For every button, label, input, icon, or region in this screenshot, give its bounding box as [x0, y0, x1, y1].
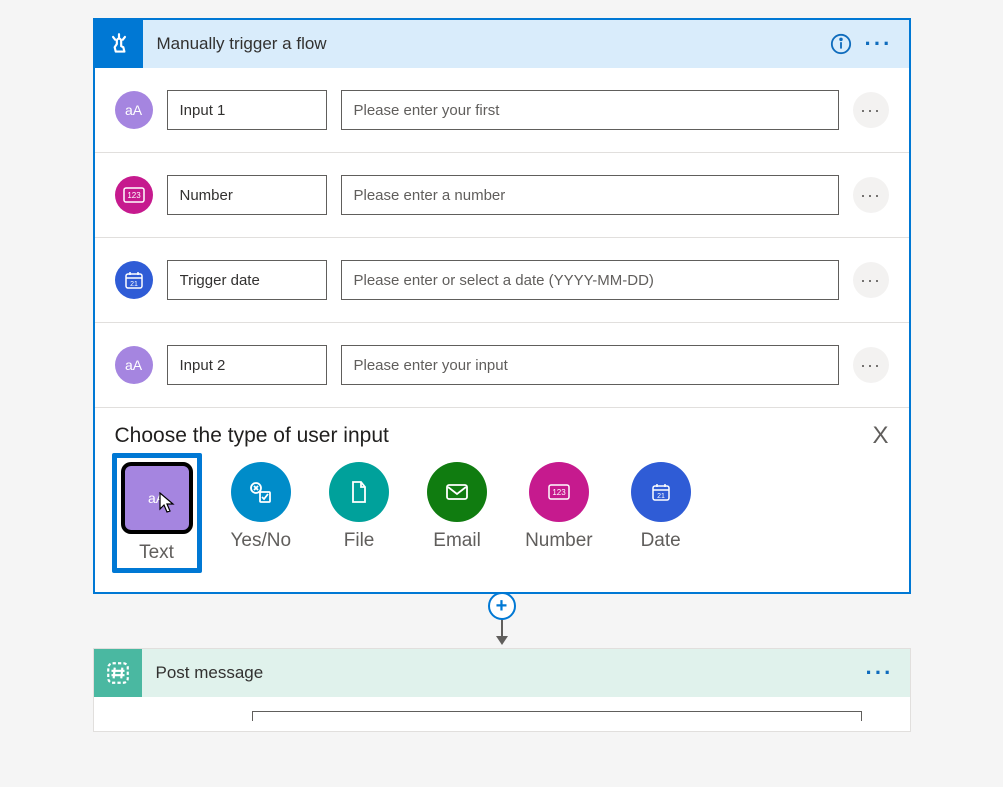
step-connector: +: [488, 594, 516, 646]
svg-text:21: 21: [130, 281, 138, 288]
type-date-button[interactable]: 21 Date: [631, 462, 691, 564]
info-icon[interactable]: [829, 32, 853, 56]
trigger-title: Manually trigger a flow: [143, 34, 829, 54]
row-menu-button[interactable]: ···: [853, 262, 889, 298]
hash-icon: [94, 649, 142, 697]
input-row: aA Please enter your first ···: [95, 68, 909, 153]
text-icon: aA: [115, 346, 153, 384]
input-placeholder-field[interactable]: Please enter or select a date (YYYY-MM-D…: [341, 260, 839, 300]
row-menu-button[interactable]: ···: [853, 177, 889, 213]
trigger-tap-icon: [95, 20, 143, 68]
date-icon: 21: [631, 462, 691, 522]
trigger-card: Manually trigger a flow ··· aA Please ent…: [93, 18, 911, 594]
input-type-chooser: Choose the type of user input X aA Text Ye…: [95, 408, 909, 592]
input-name-field[interactable]: [167, 345, 327, 385]
svg-text:21: 21: [657, 493, 665, 500]
action-title: Post message: [142, 663, 868, 683]
number-icon: 123: [529, 462, 589, 522]
input-placeholder-field[interactable]: Please enter your input: [341, 345, 839, 385]
input-row: aA Please enter your input ···: [95, 323, 909, 408]
type-yesno-button[interactable]: Yes/No: [231, 462, 292, 564]
type-email-button[interactable]: Email: [427, 462, 487, 564]
row-menu-button[interactable]: ···: [853, 92, 889, 128]
action-card: Post message ···: [93, 648, 911, 732]
type-file-button[interactable]: File: [329, 462, 389, 564]
arrow-down-icon: [493, 618, 511, 646]
number-icon: 123: [115, 176, 153, 214]
input-placeholder-field[interactable]: Please enter a number: [341, 175, 839, 215]
type-label: File: [344, 530, 375, 552]
type-label: Number: [525, 530, 593, 552]
svg-text:123: 123: [552, 488, 566, 497]
date-icon: 21: [115, 261, 153, 299]
type-label: Date: [641, 530, 681, 552]
input-name-field[interactable]: [167, 175, 327, 215]
input-name-field[interactable]: [167, 260, 327, 300]
more-icon[interactable]: ···: [867, 32, 891, 56]
type-label: Email: [433, 530, 481, 552]
close-icon[interactable]: X: [872, 424, 888, 448]
row-menu-button[interactable]: ···: [853, 347, 889, 383]
input-placeholder-field[interactable]: Please enter your first: [341, 90, 839, 130]
file-icon: [329, 462, 389, 522]
action-field[interactable]: [252, 711, 862, 721]
email-icon: [427, 462, 487, 522]
action-header[interactable]: Post message ···: [94, 649, 910, 697]
text-icon: aA: [115, 91, 153, 129]
text-icon: aA: [121, 462, 193, 534]
yesno-icon: [231, 462, 291, 522]
input-row: 21 Please enter or select a date (YYYY-MM…: [95, 238, 909, 323]
chooser-title: Choose the type of user input: [115, 424, 389, 448]
input-name-field[interactable]: [167, 90, 327, 130]
trigger-header[interactable]: Manually trigger a flow ···: [95, 20, 909, 68]
input-row: 123 Please enter a number ···: [95, 153, 909, 238]
add-step-button[interactable]: +: [488, 592, 516, 620]
type-number-button[interactable]: 123 Number: [525, 462, 593, 564]
type-label: Text: [139, 542, 174, 564]
type-text-button[interactable]: aA Text: [112, 453, 202, 573]
svg-text:123: 123: [127, 191, 141, 200]
more-icon[interactable]: ···: [868, 661, 892, 685]
type-label: Yes/No: [231, 530, 292, 552]
